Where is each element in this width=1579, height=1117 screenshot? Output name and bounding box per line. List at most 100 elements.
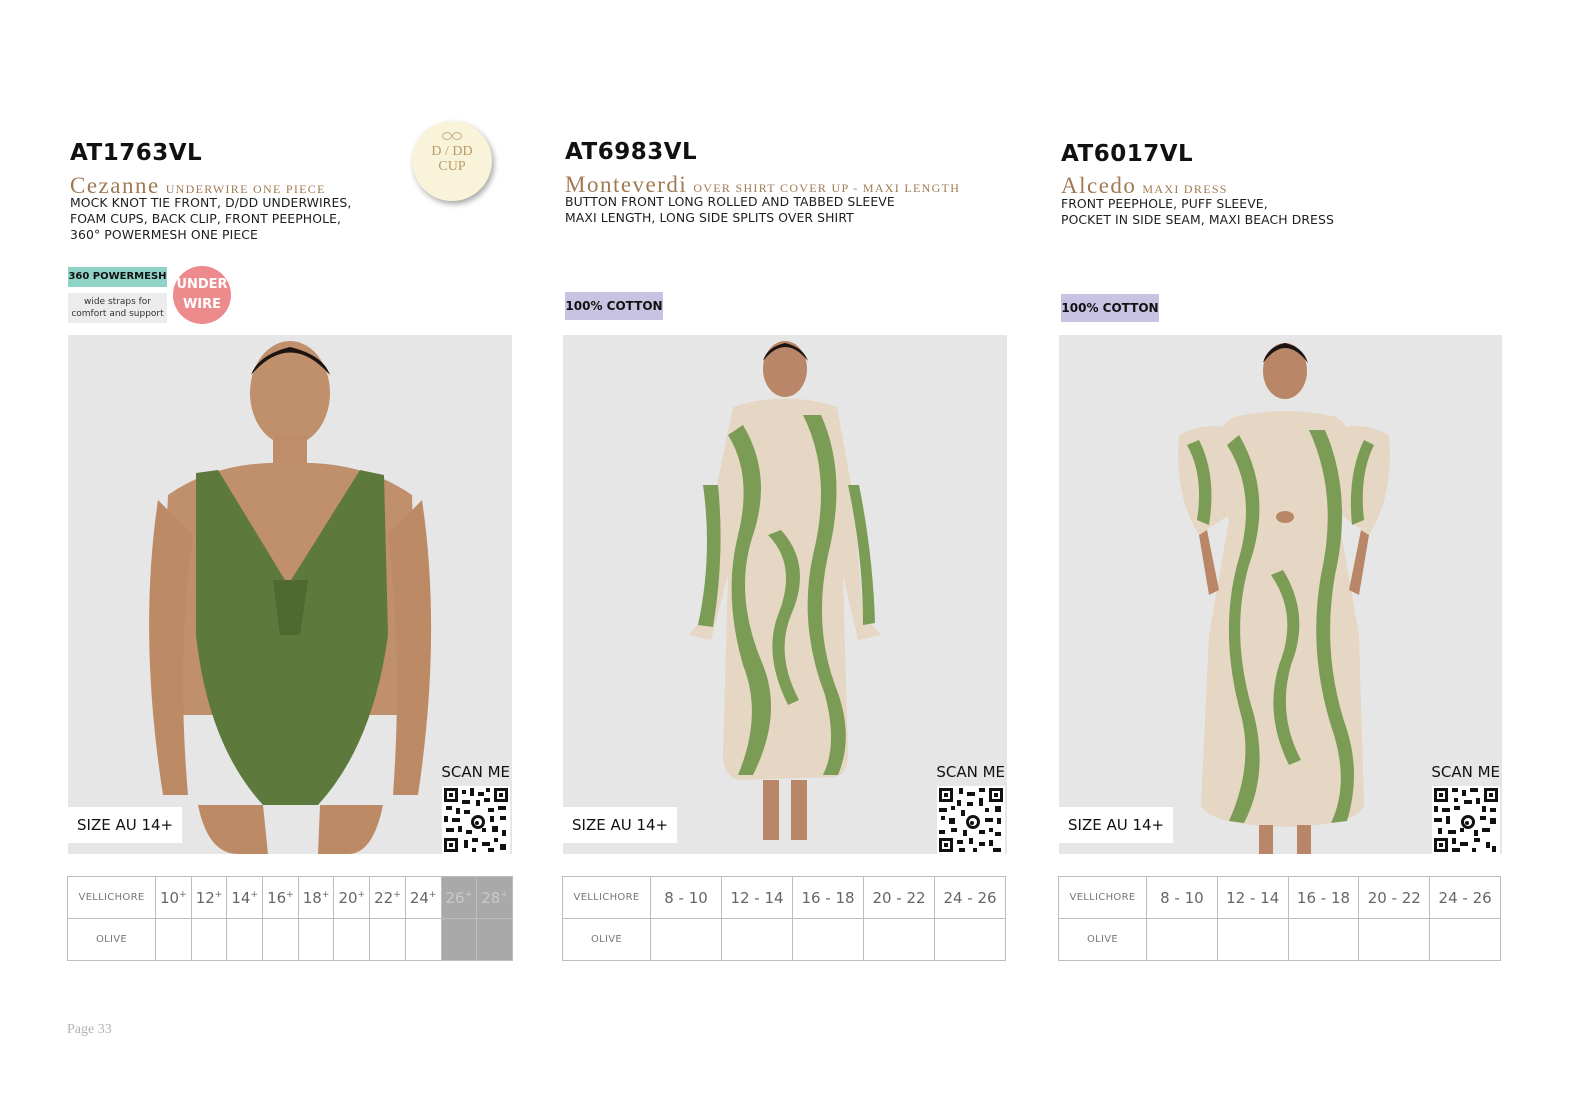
product-code: AT6983VL xyxy=(565,139,698,165)
size-header-label: VELLICHORE xyxy=(67,876,156,919)
colour-row: OLIVE xyxy=(562,918,1006,961)
quantity-cell-unavailable xyxy=(440,918,478,961)
quantity-cell[interactable] xyxy=(333,918,371,961)
size-table: VELLICHORE 8 - 10 12 - 14 16 - 18 20 - 2… xyxy=(562,876,1006,961)
cup-size-badge: D / DD CUP xyxy=(412,121,492,201)
colour-row: OLIVE xyxy=(67,918,513,961)
product-description: BUTTON FRONT LONG ROLLED AND TABBED SLEE… xyxy=(565,194,895,226)
product-photo: SIZE AU 14+ SCAN ME xyxy=(1059,335,1502,854)
qr-code-icon[interactable] xyxy=(442,786,510,854)
fabric-tag: 100% COTTON xyxy=(565,292,663,320)
quantity-cell[interactable] xyxy=(934,918,1006,961)
size-cell: 16+ xyxy=(262,876,299,919)
fabric-tag: 100% COTTON xyxy=(1061,294,1159,322)
quantity-cell[interactable] xyxy=(1358,918,1431,961)
quantity-cell[interactable] xyxy=(190,918,228,961)
size-value: 16 xyxy=(267,888,287,907)
quantity-cell[interactable] xyxy=(1287,918,1360,961)
size-cell-unavailable: 26+ xyxy=(440,876,478,919)
quantity-cell[interactable] xyxy=(404,918,442,961)
style-type: OVER SHIRT COVER UP - MAXI LENGTH xyxy=(693,181,961,195)
size-cell: 12 - 14 xyxy=(721,876,793,919)
cup-badge-line: D / DD xyxy=(431,144,473,159)
straps-tag: wide straps for comfort and support xyxy=(68,293,167,323)
size-cell: 12+ xyxy=(190,876,228,919)
size-cell: 12 - 14 xyxy=(1216,876,1289,919)
size-table: VELLICHORE 10+ 12+ 14+ 16+ 18+ 20+ 22+ 2… xyxy=(67,876,513,961)
description-line: MOCK KNOT TIE FRONT, D/DD UNDERWIRES, xyxy=(70,195,352,210)
size-plus-mark: + xyxy=(357,889,366,900)
size-label: SIZE AU 14+ xyxy=(68,807,183,843)
qr-code-icon[interactable] xyxy=(937,786,1005,854)
description-line: POCKET IN SIDE SEAM, MAXI BEACH DRESS xyxy=(1061,212,1334,227)
product-description: MOCK KNOT TIE FRONT, D/DD UNDERWIRES, FO… xyxy=(70,195,351,243)
quantity-cell-unavailable xyxy=(476,918,513,961)
scan-me-label: SCAN ME xyxy=(936,763,1005,781)
product-code: AT6017VL xyxy=(1061,141,1194,167)
colour-label: OLIVE xyxy=(562,918,651,961)
description-line: 360° POWERMESH ONE PIECE xyxy=(70,227,258,242)
size-cell: 16 - 18 xyxy=(792,876,864,919)
size-header-label: VELLICHORE xyxy=(562,876,651,919)
size-cell: 24 - 26 xyxy=(1429,876,1501,919)
bra-cup-icon xyxy=(442,132,462,140)
size-value: 20 xyxy=(338,888,358,907)
size-label: SIZE AU 14+ xyxy=(563,807,678,843)
colour-row: OLIVE xyxy=(1058,918,1501,961)
quantity-cell[interactable] xyxy=(863,918,935,961)
size-plus-mark: + xyxy=(428,889,437,900)
size-plus-mark: + xyxy=(286,889,294,900)
style-name: Alcedo xyxy=(1061,173,1137,198)
quantity-cell[interactable] xyxy=(721,918,793,961)
colour-label: OLIVE xyxy=(67,918,156,961)
size-cell: 24 - 26 xyxy=(934,876,1006,919)
straps-tag-line: wide straps for xyxy=(83,297,152,307)
size-header-label: VELLICHORE xyxy=(1058,876,1147,919)
qr-code-icon[interactable] xyxy=(1432,786,1500,854)
size-cell: 14+ xyxy=(226,876,264,919)
size-cell: 20 - 22 xyxy=(863,876,935,919)
quantity-cell[interactable] xyxy=(155,918,192,961)
size-cell-unavailable: 28+ xyxy=(476,876,513,919)
size-value: 28 xyxy=(481,888,501,907)
size-value: 22 xyxy=(374,888,394,907)
product-photo: SIZE AU 14+ SCAN ME xyxy=(563,335,1007,854)
quantity-cell[interactable] xyxy=(226,918,264,961)
quantity-cell[interactable] xyxy=(650,918,722,961)
powermesh-tag: 360 POWERMESH xyxy=(68,267,167,287)
size-value: 14 xyxy=(231,888,251,907)
description-line: FRONT PEEPHOLE, PUFF SLEEVE, xyxy=(1061,196,1268,211)
quantity-cell[interactable] xyxy=(1429,918,1501,961)
product-card-at6983vl: AT6983VL Monteverdi OVER SHIRT COVER UP -… xyxy=(562,0,1013,1117)
underwire-badge-line: UNDER xyxy=(176,277,228,292)
quantity-cell[interactable] xyxy=(792,918,864,961)
colour-label: OLIVE xyxy=(1058,918,1147,961)
size-header-row: VELLICHORE 10+ 12+ 14+ 16+ 18+ 20+ 22+ 2… xyxy=(67,876,513,919)
underwire-badge-line: WIRE xyxy=(182,297,222,312)
size-header-row: VELLICHORE 8 - 10 12 - 14 16 - 18 20 - 2… xyxy=(562,876,1006,919)
size-plus-mark: + xyxy=(393,889,401,900)
scan-me-label: SCAN ME xyxy=(441,763,510,781)
product-card-at1763vl: AT1763VL Cezanne UNDERWIRE ONE PIECE MOCK… xyxy=(67,0,518,1117)
underwire-badge: UNDER WIRE xyxy=(173,266,231,324)
size-cell: 16 - 18 xyxy=(1287,876,1360,919)
straps-tag-line: comfort and support xyxy=(71,309,164,319)
quantity-cell[interactable] xyxy=(262,918,299,961)
cup-badge-line: CUP xyxy=(438,159,466,174)
page-number: Page 33 xyxy=(67,1022,112,1037)
product-card-at6017vl: AT6017VL Alcedo MAXI DRESS FRONT PEEPHOLE… xyxy=(1058,0,1509,1117)
quantity-cell[interactable] xyxy=(369,918,406,961)
description-line: BUTTON FRONT LONG ROLLED AND TABBED SLEE… xyxy=(565,194,895,209)
size-table: VELLICHORE 8 - 10 12 - 14 16 - 18 20 - 2… xyxy=(1058,876,1501,961)
quantity-cell[interactable] xyxy=(297,918,335,961)
quantity-cell[interactable] xyxy=(1216,918,1289,961)
size-cell: 20+ xyxy=(333,876,371,919)
size-plus-mark: + xyxy=(179,889,187,900)
size-cell: 20 - 22 xyxy=(1358,876,1431,919)
style-type: UNDERWIRE ONE PIECE xyxy=(165,182,326,196)
size-value: 26 xyxy=(445,888,465,907)
description-line: MAXI LENGTH, LONG SIDE SPLITS OVER SHIRT xyxy=(565,210,854,225)
product-description: FRONT PEEPHOLE, PUFF SLEEVE, POCKET IN S… xyxy=(1061,196,1334,228)
size-header-row: VELLICHORE 8 - 10 12 - 14 16 - 18 20 - 2… xyxy=(1058,876,1501,919)
quantity-cell[interactable] xyxy=(1146,918,1218,961)
